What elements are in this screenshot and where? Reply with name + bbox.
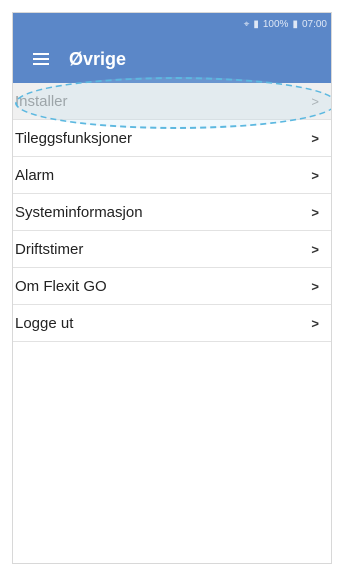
- battery-percentage: 100%: [262, 18, 289, 30]
- chevron-right-icon: >: [311, 93, 319, 109]
- menu-item-tileggsfunksjoner[interactable]: Tileggsfunksjoner >: [13, 120, 331, 157]
- menu-item-systeminformasjon[interactable]: Systeminformasjon >: [13, 194, 331, 231]
- menu-item-label: Driftstimer: [15, 240, 84, 258]
- menu-item-label: Tileggsfunksjoner: [15, 129, 133, 147]
- chevron-right-icon: >: [311, 204, 319, 220]
- menu-item-driftstimer[interactable]: Driftstimer >: [13, 231, 331, 268]
- hamburger-icon[interactable]: [33, 53, 49, 65]
- menu-item-label: Logge ut: [15, 314, 74, 332]
- chevron-right-icon: >: [311, 130, 319, 146]
- menu-item-label: Installer: [15, 92, 68, 110]
- chevron-right-icon: >: [311, 315, 319, 331]
- menu-list: Installer > Tileggsfunksjoner > Alarm > …: [13, 83, 331, 342]
- menu-item-label: Systeminformasjon: [15, 203, 143, 221]
- app-bar: Øvrige: [13, 35, 331, 83]
- menu-item-logge-ut[interactable]: Logge ut >: [13, 305, 331, 342]
- status-bar: ⌖ ▮ 100% ▮ 07:00: [13, 13, 331, 35]
- chevron-right-icon: >: [311, 167, 319, 183]
- menu-item-alarm[interactable]: Alarm >: [13, 157, 331, 194]
- menu-item-installer[interactable]: Installer >: [13, 83, 331, 120]
- phone-screen: ⌖ ▮ 100% ▮ 07:00 Øvrige Installer > Tile…: [12, 12, 332, 564]
- menu-item-label: Alarm: [15, 166, 55, 184]
- page-title: Øvrige: [69, 48, 127, 69]
- signal-icon: ▮: [253, 18, 259, 30]
- battery-icon: ▮: [292, 18, 298, 30]
- menu-item-om-flexit-go[interactable]: Om Flexit GO >: [13, 268, 331, 305]
- menu-item-label: Om Flexit GO: [15, 277, 107, 295]
- chevron-right-icon: >: [311, 241, 319, 257]
- status-time: 07:00: [301, 18, 327, 30]
- chevron-right-icon: >: [311, 278, 319, 294]
- wifi-icon: ⌖: [243, 18, 250, 30]
